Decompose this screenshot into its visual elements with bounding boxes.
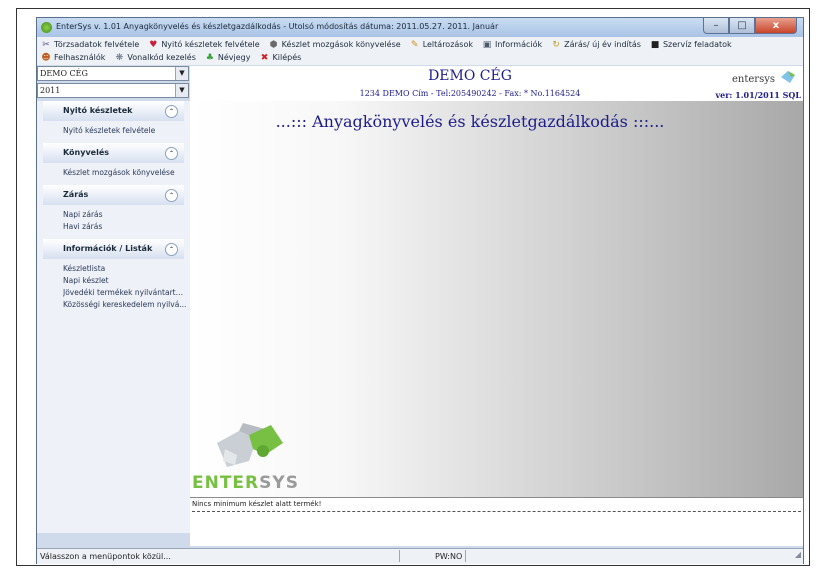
inventory-icon: ✎: [410, 39, 419, 50]
sidebar-group-items: Készletlista Napi készlet Jövedéki terméke…: [37, 259, 190, 317]
menu-item-barcode[interactable]: ❋ Vonalkód kezelés: [114, 51, 196, 64]
sidebar-group-items: Nyitó készletek felvétele: [37, 121, 190, 143]
logo-text-enter: ENTER: [192, 473, 260, 493]
version-label: ver: 1.01/2011 SQL: [715, 90, 801, 100]
sidebar-link[interactable]: Napi zárás: [63, 209, 187, 221]
logo-text-sys: SYS: [259, 473, 299, 493]
menu-item-label: Kilépés: [272, 53, 302, 62]
menu-item-label: Zárás/ új év indítás: [564, 40, 641, 49]
sidebar-link[interactable]: Készlet mozgások könyvelése: [63, 167, 187, 179]
sidebar-group-title: Zárás: [63, 190, 89, 199]
main-heading: ...::: Anyagkönyvelés és készletgazdálko…: [275, 112, 665, 131]
sidebar-group-header[interactable]: Zárás ⌃: [43, 185, 184, 205]
window-title: EnterSys v. 1.01 Anyagkönyvelés és készl…: [56, 22, 499, 31]
message-line: Nincs minimum készlet alatt termék!: [192, 500, 322, 508]
app-window: EnterSys v. 1.01 Anyagkönyvelés és készl…: [36, 17, 804, 564]
close-button[interactable]: x: [755, 18, 797, 34]
entersys-logo-text: ENTERSYS: [192, 473, 299, 493]
about-icon: ♣: [205, 52, 214, 63]
sidebar-group-title: Információk / Listák: [63, 244, 153, 253]
year-select-value: 2011: [40, 86, 61, 95]
title-bar[interactable]: EnterSys v. 1.01 Anyagkönyvelés és készl…: [37, 18, 803, 37]
sidebar-link[interactable]: Készletlista: [63, 263, 187, 275]
menu-item-label: Felhasználók: [54, 53, 106, 62]
company-select-value: DEMO CÉG: [40, 69, 88, 78]
collapse-icon[interactable]: ⌃: [165, 243, 178, 256]
sidebar-link[interactable]: Közösségi kereskedelem nyilvá...: [63, 299, 187, 311]
menu-item-label: Névjegy: [217, 53, 251, 62]
menu-item-close-year[interactable]: ↻ Zárás/ új év indítás: [551, 38, 641, 51]
menu-row-2: ☻ Felhasználók ❋ Vonalkód kezelés ♣ Névjegy ✖ K…: [41, 51, 310, 64]
maximize-button[interactable]: □: [729, 18, 755, 34]
sidebar-link[interactable]: Jövedéki termékek nyilvántartá...: [63, 287, 187, 299]
barcode-icon: ❋: [115, 52, 124, 63]
collapse-icon[interactable]: ⌃: [165, 189, 178, 202]
brand-logo-icon: [781, 71, 795, 83]
status-separator: [399, 550, 400, 562]
window-controls: – □ x: [703, 18, 797, 35]
menu-bar: ✂ Törzsadatok felvétele ♥ Nyitó készletek f…: [37, 37, 803, 65]
menu-item-about[interactable]: ♣ Névjegy: [205, 51, 251, 64]
tools-icon: ✂: [42, 39, 50, 50]
menu-item-label: Készlet mozgások könyvelése: [281, 40, 401, 49]
sidebar-group-title: Könyvelés: [63, 148, 110, 157]
brand-name: entersys: [732, 74, 775, 85]
menu-item-stock-movement[interactable]: ⬢ Készlet mozgások könyvelése: [269, 38, 401, 51]
entersys-logo-icon: [217, 423, 283, 467]
menu-item-service[interactable]: ■ Szervíz feladatok: [650, 38, 732, 51]
status-bar: Válasszon a menüpontok közül... PW:NO ◢: [37, 548, 803, 564]
menu-item-info[interactable]: ▣ Információk: [482, 38, 542, 51]
year-select[interactable]: 2011 ▼: [37, 83, 189, 98]
resize-grip-icon[interactable]: ◢: [795, 547, 801, 562]
menu-item-label: Információk: [495, 40, 543, 49]
menu-item-exit[interactable]: ✖ Kilépés: [260, 51, 302, 64]
menu-item-users[interactable]: ☻ Felhasználók: [41, 51, 105, 64]
company-select[interactable]: DEMO CÉG ▼: [37, 66, 189, 81]
menu-item-inventory[interactable]: ✎ Leltározások: [410, 38, 473, 51]
menu-row-1: ✂ Törzsadatok felvétele ♥ Nyitó készletek f…: [41, 38, 741, 51]
company-header: DEMO CÉG 1234 DEMO Cím - Tel:205490242 -…: [190, 66, 803, 106]
service-icon: ■: [650, 39, 660, 50]
minimize-button[interactable]: –: [703, 18, 729, 34]
menu-item-label: Törzsadatok felvétele: [54, 40, 140, 49]
company-address: 1234 DEMO Cím - Tel:205490242 - Fax: * N…: [359, 89, 581, 98]
chevron-down-icon[interactable]: ▼: [175, 67, 188, 80]
menu-item-label: Nyitó készletek felvétele: [161, 40, 260, 49]
stock-movement-icon: ⬢: [269, 39, 278, 50]
collapse-icon[interactable]: ⌃: [165, 147, 178, 160]
menu-item-stock-open[interactable]: ♥ Nyitó készletek felvétele: [148, 38, 259, 51]
menu-item-label: Leltározások: [422, 40, 473, 49]
stock-open-icon: ♥: [149, 39, 158, 50]
sidebar-link[interactable]: Nyitó készletek felvétele: [63, 125, 187, 137]
sidebar-navigation: Nyitó készletek ⌃ Nyitó készletek felvétel…: [37, 101, 190, 533]
close-year-icon: ↻: [552, 39, 560, 50]
sidebar-group-items: Napi zárás Havi zárás: [37, 205, 190, 239]
sidebar-link[interactable]: Havi zárás: [63, 221, 187, 233]
app-icon: [41, 22, 52, 33]
selector-panel: DEMO CÉG ▼ 2011 ▼: [37, 66, 189, 100]
exit-icon: ✖: [260, 52, 269, 63]
sidebar-group-items: Készlet mozgások könyvelése: [37, 163, 190, 185]
menu-item-label: Szervíz feladatok: [662, 40, 732, 49]
status-text: Válasszon a menüpontok közül...: [40, 552, 171, 561]
message-divider: [192, 511, 801, 512]
status-pw: PW:NO: [435, 552, 463, 561]
sidebar-link[interactable]: Napi készlet: [63, 275, 187, 287]
info-icon: ▣: [482, 39, 492, 50]
message-panel: Nincs minimum készlet alatt termék!: [190, 497, 803, 546]
sidebar-group-header[interactable]: Információk / Listák ⌃: [43, 239, 184, 259]
menu-item-label: Vonalkód kezelés: [127, 53, 196, 62]
sidebar-group-header[interactable]: Nyitó készletek ⌃: [43, 101, 184, 121]
sidebar-group-header[interactable]: Könyvelés ⌃: [43, 143, 184, 163]
users-icon: ☻: [41, 52, 51, 63]
sidebar-group-title: Nyitó készletek: [63, 106, 133, 115]
status-separator: [465, 550, 466, 562]
menu-item-tools[interactable]: ✂ Törzsadatok felvétele: [41, 38, 139, 51]
collapse-icon[interactable]: ⌃: [165, 105, 178, 118]
company-name: DEMO CÉG: [428, 68, 512, 84]
main-area: ...::: Anyagkönyvelés és készletgazdálko…: [190, 101, 803, 497]
chevron-down-icon[interactable]: ▼: [175, 84, 188, 97]
